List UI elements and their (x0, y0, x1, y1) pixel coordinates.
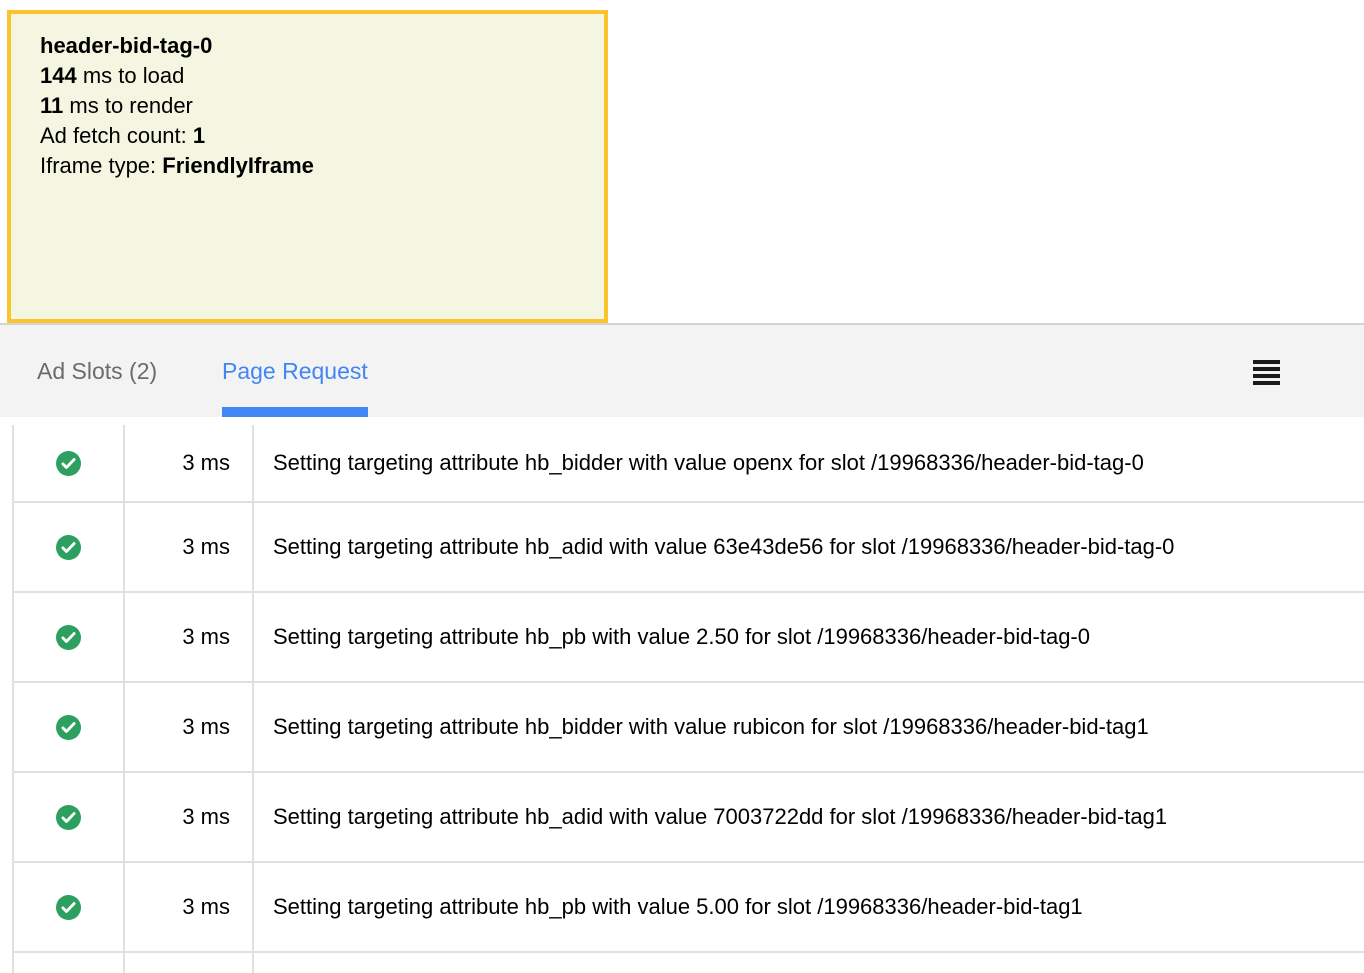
ad-fetch-count-label: Ad fetch count: (40, 123, 187, 148)
log-row-partial (14, 953, 1364, 973)
iframe-type-value: FriendlyIframe (162, 153, 314, 178)
log-message: Setting targeting attribute hb_pb with v… (254, 593, 1364, 681)
menu-icon[interactable] (1253, 360, 1280, 385)
status-cell (14, 593, 125, 681)
load-time-line: 144 ms to load (40, 61, 584, 91)
slot-info-tooltip: header-bid-tag-0 144 ms to load 11 ms to… (7, 10, 608, 323)
log-time: 3 ms (125, 503, 254, 591)
log-row: 3 ms Setting targeting attribute hb_pb w… (14, 593, 1364, 683)
tab-page-request-label: Page Request (222, 358, 368, 385)
status-cell (14, 503, 125, 591)
tab-page-request[interactable]: Page Request (222, 325, 368, 417)
log-time: 3 ms (125, 773, 254, 861)
slot-name-title: header-bid-tag-0 (40, 31, 584, 61)
ad-fetch-count-value: 1 (193, 123, 205, 148)
load-ms-value: 144 (40, 63, 77, 88)
menu-icon-bar (1253, 381, 1280, 385)
page-request-log-table: 3 ms Setting targeting attribute hb_bidd… (12, 425, 1364, 973)
log-row: 3 ms Setting targeting attribute hb_pb w… (14, 863, 1364, 953)
log-time (125, 953, 254, 973)
log-time: 3 ms (125, 593, 254, 681)
ad-fetch-count-line: Ad fetch count: 1 (40, 121, 584, 151)
success-check-icon (56, 805, 81, 830)
status-cell (14, 863, 125, 951)
log-message: Setting targeting attribute hb_pb with v… (254, 863, 1364, 951)
status-cell (14, 683, 125, 771)
log-message: Setting targeting attribute hb_bidder wi… (254, 683, 1364, 771)
log-message (254, 953, 1364, 973)
success-check-icon (56, 895, 81, 920)
status-cell (14, 953, 125, 973)
log-time: 3 ms (125, 683, 254, 771)
render-ms-value: 11 (40, 93, 63, 118)
success-check-icon (56, 625, 81, 650)
success-check-icon (56, 535, 81, 560)
log-row: 3 ms Setting targeting attribute hb_bidd… (14, 683, 1364, 773)
menu-icon-bar (1253, 367, 1280, 371)
log-message: Setting targeting attribute hb_adid with… (254, 503, 1364, 591)
success-check-icon (56, 715, 81, 740)
console-tab-bar: Ad Slots (2) Page Request (0, 323, 1364, 417)
log-message: Setting targeting attribute hb_adid with… (254, 773, 1364, 861)
tab-ad-slots-label: Ad Slots (2) (37, 358, 157, 385)
status-cell (14, 425, 125, 501)
log-row: 3 ms Setting targeting attribute hb_adid… (14, 503, 1364, 593)
render-ms-label: ms to render (69, 93, 193, 118)
iframe-type-line: Iframe type: FriendlyIframe (40, 151, 584, 181)
log-row: 3 ms Setting targeting attribute hb_bidd… (14, 425, 1364, 503)
log-row: 3 ms Setting targeting attribute hb_adid… (14, 773, 1364, 863)
active-tab-underline (222, 407, 368, 417)
menu-icon-bar (1253, 360, 1280, 364)
tab-ad-slots[interactable]: Ad Slots (2) (37, 325, 157, 417)
load-ms-label: ms to load (83, 63, 185, 88)
render-time-line: 11 ms to render (40, 91, 584, 121)
status-cell (14, 773, 125, 861)
log-time: 3 ms (125, 863, 254, 951)
log-message: Setting targeting attribute hb_bidder wi… (254, 425, 1364, 501)
iframe-type-label: Iframe type: (40, 153, 156, 178)
success-check-icon (56, 451, 81, 476)
menu-icon-bar (1253, 374, 1280, 378)
log-time: 3 ms (125, 425, 254, 501)
